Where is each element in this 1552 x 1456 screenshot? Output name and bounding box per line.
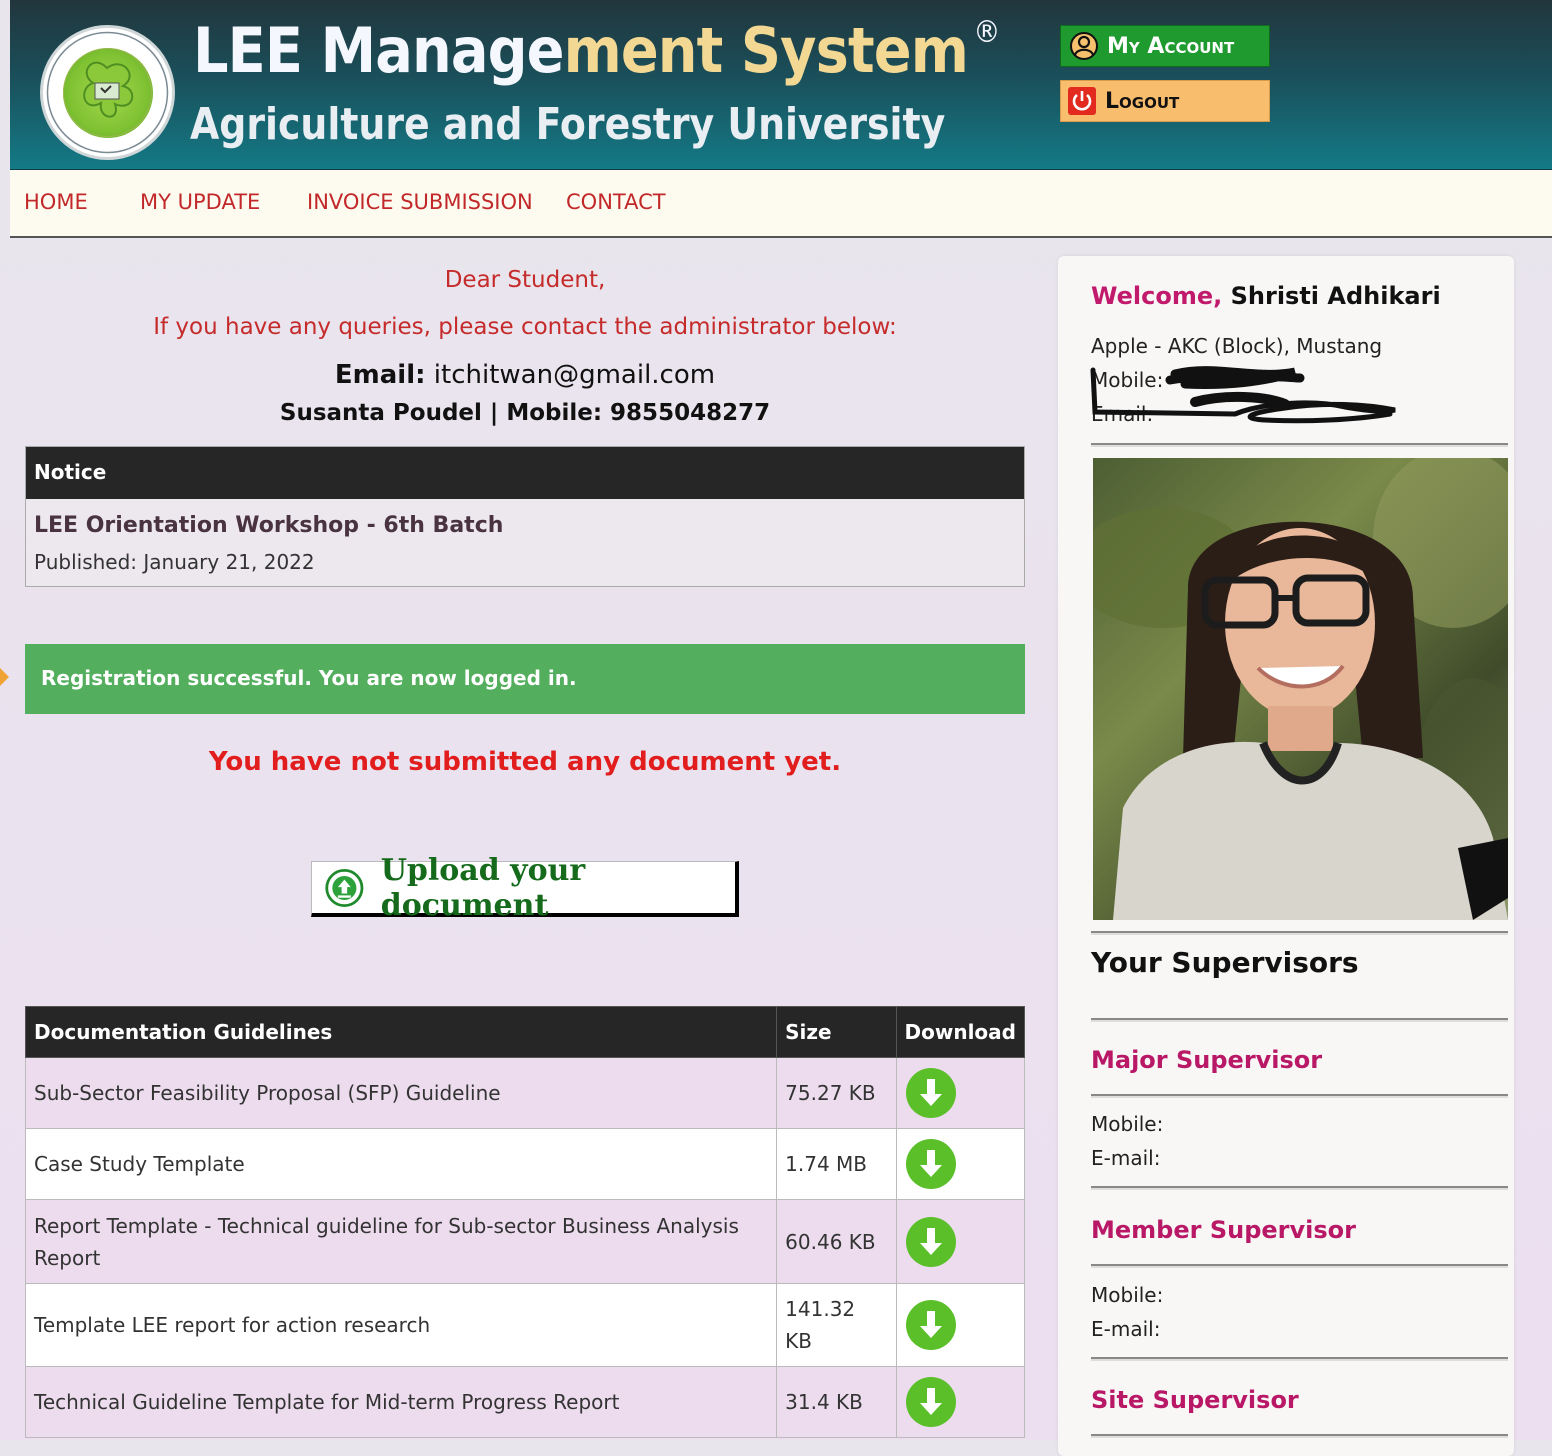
upload-icon [325,868,364,907]
column-header: Download [895,1006,1026,1058]
document-name: Sub-Sector Feasibility Proposal (SFP) Gu… [24,1057,778,1129]
divider [1091,931,1508,935]
document-name: Report Template - Technical guideline fo… [24,1199,778,1284]
student-photo [1093,458,1508,920]
major-supervisor-heading: Major Supervisor [1091,1046,1323,1074]
download-cell [895,1199,1026,1284]
notice-title[interactable]: LEE Orientation Workshop - 6th Batch [34,513,503,538]
main-nav: HOME MY UPDATE INVOICE SUBMISSION CONTAC… [10,170,1552,238]
nav-home[interactable]: HOME [24,190,88,214]
divider [1091,1186,1508,1190]
notice-date: Published: January 21, 2022 [34,550,315,574]
user-icon [1070,32,1098,60]
member-supervisor-email: E-mail: [1091,1317,1161,1341]
document-size: 1.74 MB [776,1128,897,1200]
notice-box: Notice LEE Orientation Workshop - 6th Ba… [25,446,1025,587]
download-icon[interactable] [905,1299,957,1351]
table-header-row: Documentation Guidelines Size Download [24,1006,1026,1058]
admin-contact: Susanta Poudel | Mobile: 9855048277 [279,400,771,426]
student-name: Shristi Adhikari [1230,282,1441,310]
major-supervisor-email: E-mail: [1091,1146,1161,1170]
download-icon[interactable] [905,1067,957,1119]
column-header: Documentation Guidelines [24,1006,778,1058]
student-placement: Apple - AKC (Block), Mustang [1091,334,1383,358]
table-row: Technical Guideline Template for Mid-ter… [24,1366,1026,1438]
admin-email-link[interactable]: itchitwan@gmail.com [434,360,715,390]
power-icon [1068,87,1096,115]
divider [1091,1264,1508,1268]
guidelines-table: Documentation Guidelines Size Download S… [24,1006,1026,1438]
nav-contact[interactable]: CONTACT [566,190,666,214]
divider [1091,1094,1508,1098]
download-cell [895,1128,1026,1200]
table-row: Report Template - Technical guideline fo… [24,1199,1026,1284]
upload-document-button[interactable]: Upload your document [311,853,739,923]
site-subtitle: Agriculture and Forestry University [190,99,946,150]
table-row: Case Study Template 1.74 MB [24,1128,1026,1200]
admin-email: Email: itchitwan@gmail.com [334,360,716,390]
document-name: Case Study Template [24,1128,778,1200]
divider [1091,443,1508,447]
document-size: 141.32 KB [776,1283,897,1367]
table-row: Sub-Sector Feasibility Proposal (SFP) Gu… [24,1057,1026,1129]
divider [1091,1357,1508,1361]
logout-button[interactable]: Logout [1060,80,1270,122]
site-title: LEE Management System ® [193,14,1000,87]
success-alert: Registration successful. You are now log… [25,644,1025,714]
table-row: Template LEE report for action research … [24,1283,1026,1367]
member-supervisor-mobile: Mobile: [1091,1283,1164,1307]
alert-arrow-icon [0,665,9,689]
redaction-scribble [1090,366,1396,424]
no-document-message: You have not submitted any document yet. [208,747,842,777]
nav-my-update[interactable]: MY UPDATE [140,190,260,214]
university-logo[interactable] [40,25,175,160]
column-header: Size [776,1006,897,1058]
greeting: Dear Student, [444,267,606,293]
my-account-button[interactable]: My Account [1060,25,1270,67]
download-icon[interactable] [905,1216,957,1268]
divider [1091,1434,1508,1438]
download-cell [895,1283,1026,1367]
welcome-heading: Welcome, Shristi Adhikari [1091,282,1441,310]
download-cell [895,1366,1026,1438]
site-header: LEE Management System ® Agriculture and F… [10,0,1552,170]
queries-text: If you have any queries, please contact … [153,314,897,340]
download-icon[interactable] [905,1138,957,1190]
member-supervisor-heading: Member Supervisor [1091,1216,1356,1244]
document-size: 75.27 KB [776,1057,897,1129]
site-supervisor-heading: Site Supervisor [1091,1386,1299,1414]
download-cell [895,1057,1026,1129]
major-supervisor-mobile: Mobile: [1091,1112,1164,1136]
document-size: 31.4 KB [776,1366,897,1438]
supervisors-heading: Your Supervisors [1091,946,1359,979]
document-name: Technical Guideline Template for Mid-ter… [24,1366,778,1438]
nav-invoice-submission[interactable]: INVOICE SUBMISSION [307,190,533,214]
profile-sidebar: Welcome, Shristi Adhikari Apple - AKC (B… [1058,256,1514,1456]
download-icon[interactable] [905,1376,957,1428]
divider [1091,1018,1508,1022]
document-size: 60.46 KB [776,1199,897,1284]
notice-heading: Notice [26,447,1024,499]
document-name: Template LEE report for action research [24,1283,778,1367]
